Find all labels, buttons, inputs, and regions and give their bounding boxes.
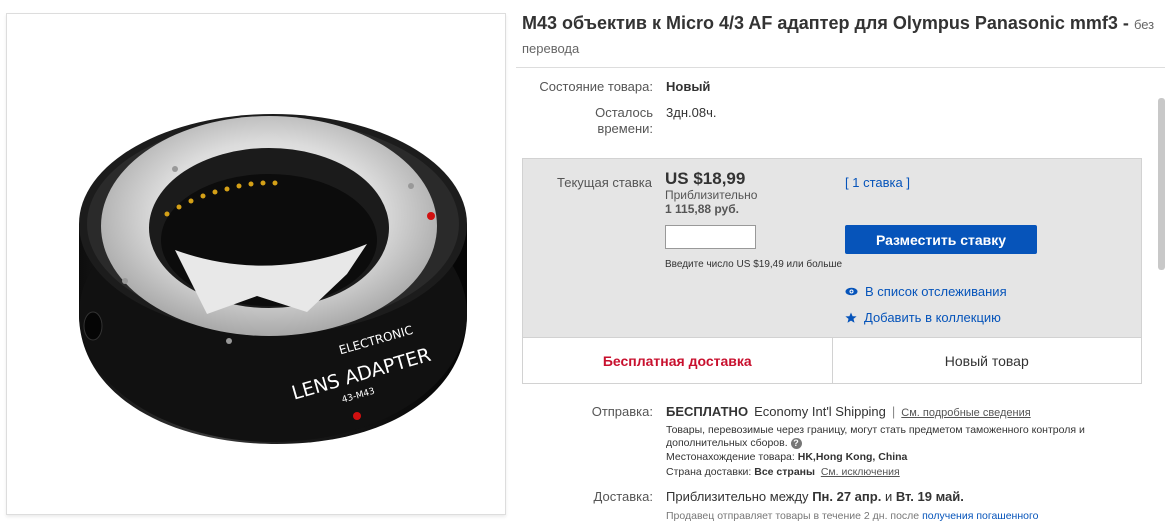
seller-note-text: Продавец отправляет товары в течение 2 д… [666, 510, 920, 522]
approx-price: Приблизительно 1 115,88 руб. [665, 188, 757, 216]
location-value: HK,Hong Kong, China [797, 451, 908, 463]
shipping-method: Economy Int'l Shipping [754, 404, 886, 419]
question-icon[interactable]: ? [790, 437, 802, 449]
ship-to: Страна доставки: Все страны См. исключен… [666, 466, 900, 479]
place-bid-button[interactable]: Разместить ставку [845, 225, 1037, 254]
bid-panel: Текущая ставка US $18,99 Приблизительно … [522, 158, 1142, 384]
item-title: M43 объектив к Micro 4/3 AF адаптер для … [522, 12, 1162, 60]
condition-value: Новый [666, 79, 711, 94]
free-shipping-badge: Бесплатная доставка [523, 337, 833, 383]
delivery-date-from: Пн. 27 апр. [812, 489, 882, 504]
location-label: Местонахождение товара: [666, 451, 795, 463]
time-left-label: Осталось времени: [595, 105, 653, 136]
star-icon [845, 312, 857, 323]
eye-icon [845, 287, 858, 296]
delivery-prefix: Приблизительно между [666, 489, 809, 504]
seller-handling-note: Продавец отправляет товары в течение 2 д… [666, 510, 1038, 522]
customs-note: Товары, перевозимые через границу, могут… [666, 424, 1096, 450]
title-divider [516, 67, 1165, 68]
bid-panel-footer: Бесплатная доставка Новый товар [523, 337, 1141, 383]
shipping-details-link[interactable]: См. подробные сведения [901, 407, 1030, 419]
bid-hint: Введите число US $19,49 или больше [665, 259, 843, 270]
ship-to-label: Страна доставки: [666, 466, 752, 478]
add-to-collection-link[interactable]: Добавить в коллекцию [845, 310, 1001, 325]
delivery-estimate: Приблизительно между Пн. 27 апр. и Вт. 1… [666, 489, 964, 504]
bid-count-link[interactable]: [ 1 ставка ] [845, 175, 910, 190]
lens-adapter-image: ELECTRONIC LENS ADAPTER 43-M43 [79, 114, 467, 444]
shipping-label: Отправка: [591, 404, 653, 419]
delivery-label: Доставка: [593, 489, 653, 504]
bid-amount-input[interactable] [665, 225, 756, 249]
shipping-free: БЕСПЛАТНО [666, 404, 749, 419]
current-bid-price: US $18,99 [665, 169, 746, 188]
watchlist-label[interactable]: В список отслеживания [865, 284, 1007, 299]
new-item-badge: Новый товар [832, 337, 1141, 383]
bid-count[interactable]: [ 1 ставка ] [845, 175, 910, 190]
shipping-separator: | [891, 404, 896, 419]
delivery-date-to: Вт. 19 май. [895, 489, 964, 504]
customs-note-text: Товары, перевозимые через границу, могут… [666, 424, 1085, 449]
time-left-value: 3дн.08ч. [666, 105, 717, 120]
collection-label[interactable]: Добавить в коллекцию [864, 310, 1001, 325]
approx-label: Приблизительно [665, 188, 758, 202]
watchlist-link[interactable]: В список отслеживания [845, 284, 1007, 299]
scrollbar[interactable] [1158, 98, 1165, 270]
ship-to-value: Все страны [754, 466, 815, 478]
shipping-info: БЕСПЛАТНО Economy Int'l Shipping | См. п… [666, 404, 1031, 419]
delivery-and: и [884, 489, 893, 504]
payment-received-link[interactable]: получения погашенного [922, 510, 1038, 522]
item-title-text: M43 объектив к Micro 4/3 AF адаптер для … [522, 13, 1129, 33]
condition-label: Состояние товара: [539, 79, 653, 94]
current-bid-label: Текущая ставка [557, 175, 652, 190]
exceptions-link[interactable]: См. исключения [821, 466, 900, 478]
item-location: Местонахождение товара: HK,Hong Kong, Ch… [666, 451, 907, 464]
product-image-panel[interactable]: ELECTRONIC LENS ADAPTER 43-M43 [6, 13, 506, 515]
approx-value: 1 115,88 руб. [665, 202, 739, 216]
